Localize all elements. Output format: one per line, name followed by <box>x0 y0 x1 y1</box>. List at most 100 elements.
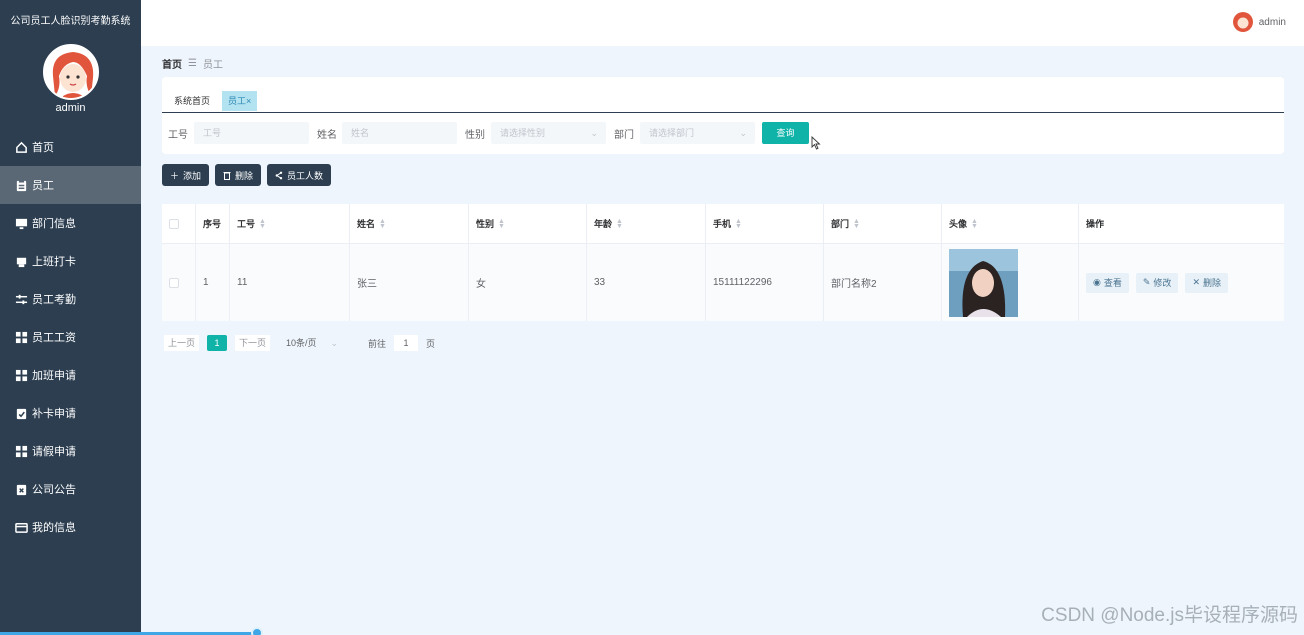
delete-button[interactable]: 删除 <box>215 164 262 186</box>
printer-icon <box>14 254 28 268</box>
pagination: 上一页 1 下一页 10条/页 ⌄ 前往 1 页 <box>164 335 435 351</box>
edit-icon: ✎ <box>1142 277 1151 287</box>
tab-close-icon[interactable]: × <box>246 96 251 106</box>
label-gender: 性别 <box>465 130 485 141</box>
next-page-button[interactable]: 下一页 <box>235 335 271 351</box>
sidebar-item-attendance[interactable]: 员工考勤 <box>0 280 141 318</box>
page-number-current[interactable]: 1 <box>207 335 228 351</box>
add-button-label: 添加 <box>183 170 202 181</box>
employee-photo[interactable] <box>949 248 1018 317</box>
goto-page-input[interactable]: 1 <box>394 335 419 351</box>
grid-icon <box>14 368 28 382</box>
header-label: 手机 <box>713 219 732 229</box>
tab-bar: 系统首页 员工× <box>162 90 1284 113</box>
eye-icon: ◉ <box>1093 277 1101 287</box>
header-name[interactable]: 姓名 ▲ ▼ <box>350 204 469 243</box>
emp-no-input[interactable]: 工号 <box>194 122 309 144</box>
tab-employee[interactable]: 员工× <box>222 91 258 111</box>
tab-label: 员工 <box>228 96 247 106</box>
avatar-illustration <box>44 46 97 98</box>
goto-suffix: 页 <box>426 338 436 349</box>
sidebar-item-label: 部门信息 <box>32 218 76 230</box>
sort-icon[interactable]: ▲ ▼ <box>498 218 505 230</box>
select-all-checkbox[interactable] <box>169 218 179 229</box>
row-select <box>162 244 196 321</box>
sidebar-item-overtime[interactable]: 加班申请 <box>0 356 141 394</box>
sidebar-item-label: 上班打卡 <box>32 256 76 268</box>
plus-icon: ＋ <box>170 170 180 181</box>
sort-icon[interactable]: ▲ ▼ <box>616 218 623 230</box>
sidebar-item-makeup-card[interactable]: 补卡申请 <box>0 394 141 432</box>
sidebar-item-employee[interactable]: 员工 <box>0 166 141 204</box>
sidebar-item-label: 员工考勤 <box>32 294 76 306</box>
delete-button-label: 删除 <box>235 170 254 181</box>
header-dept[interactable]: 部门 ▲ ▼ <box>824 204 942 243</box>
cell-phone: 15111122296 <box>706 244 824 321</box>
table-header: 序号 工号 ▲ ▼ 姓名 ▲ ▼ 性别 ▲ ▼ 年龄 ▲ ▼ 手机 ▲ ▼ 部门 ▲ ▼ 头像 ▲ ▼ 操作 <box>162 204 1284 244</box>
header-emp-no[interactable]: 工号 ▲ ▼ <box>230 204 350 243</box>
dept-select[interactable]: 请选择部门 ⌄ <box>640 122 755 144</box>
sidebar-item-checkin[interactable]: 上班打卡 <box>0 242 141 280</box>
sidebar-item-label: 公司公告 <box>32 484 76 496</box>
view-button[interactable]: ◉ 查看 <box>1086 272 1129 293</box>
label-emp-no: 工号 <box>168 130 188 141</box>
label-dept: 部门 <box>614 130 634 141</box>
cell-gender: 女 <box>469 244 587 321</box>
sort-icon[interactable]: ▲ ▼ <box>259 218 266 230</box>
view-label: 查看 <box>1103 278 1122 288</box>
sidebar-item-notice[interactable]: 公司公告 <box>0 470 141 508</box>
tab-system-home[interactable]: 系统首页 <box>168 91 216 111</box>
header-phone[interactable]: 手机 ▲ ▼ <box>706 204 824 243</box>
dept-select-placeholder: 请选择部门 <box>649 128 695 138</box>
edit-button[interactable]: ✎ 修改 <box>1135 272 1179 293</box>
sidebar-item-home[interactable]: 首页 <box>0 128 141 166</box>
header-gender[interactable]: 性别 ▲ ▼ <box>469 204 587 243</box>
employee-table: 序号 工号 ▲ ▼ 姓名 ▲ ▼ 性别 ▲ ▼ 年龄 ▲ ▼ 手机 ▲ ▼ 部门 ▲ ▼ 头像 ▲ ▼ 操作… <box>162 204 1284 321</box>
header-avatar[interactable]: 头像 ▲ ▼ <box>942 204 1079 243</box>
page-size-value: 10条/页 <box>286 338 317 348</box>
employee-count-button[interactable]: 员工人数 <box>267 164 332 186</box>
header-age[interactable]: 年龄 ▲ ▼ <box>587 204 706 243</box>
chevron-down-icon: ⌄ <box>330 338 339 348</box>
sort-icon[interactable]: ▲ ▼ <box>853 218 860 230</box>
cell-name: 张三 <box>350 244 469 321</box>
video-progress-knob[interactable] <box>251 627 263 635</box>
page-size-select[interactable]: 10条/页 ⌄ <box>286 335 338 351</box>
breadcrumb-current: 员工 <box>202 60 223 71</box>
cell-age: 33 <box>587 244 706 321</box>
mouse-cursor-icon <box>811 136 821 150</box>
label-name: 姓名 <box>317 130 337 141</box>
prev-page-button[interactable]: 上一页 <box>164 335 200 351</box>
action-toolbar: ＋添加 删除 员工人数 <box>162 164 332 186</box>
sort-icon[interactable]: ▲ ▼ <box>971 218 978 230</box>
cell-emp-no: 11 <box>230 244 350 321</box>
chevron-down-icon: ⌄ <box>590 128 598 138</box>
sort-icon[interactable]: ▲ ▼ <box>735 218 742 230</box>
breadcrumb-home[interactable]: 首页 <box>162 56 182 71</box>
header-label: 性别 <box>476 219 495 229</box>
sidebar-item-label: 首页 <box>32 142 54 154</box>
chevron-down-icon: ⌄ <box>739 128 747 138</box>
sidebar: 公司员工人脸识别考勤系统 admin 首页 员工 部门信息 上班打卡 员工考勤 … <box>0 0 263 635</box>
header-select-all <box>162 204 196 243</box>
add-button[interactable]: ＋添加 <box>162 164 210 186</box>
header-label: 年龄 <box>594 219 613 229</box>
name-input[interactable]: 姓名 <box>342 122 457 144</box>
gender-select[interactable]: 请选择性别 ⌄ <box>491 122 606 144</box>
sidebar-item-label: 我的信息 <box>32 522 76 534</box>
home-icon <box>14 140 28 154</box>
trash-icon <box>223 171 231 180</box>
row-checkbox[interactable] <box>169 277 179 288</box>
clipboard-check-icon <box>14 406 28 420</box>
sidebar-item-leave[interactable]: 请假申请 <box>0 432 141 470</box>
row-delete-label: 删除 <box>1202 278 1221 288</box>
user-menu[interactable]: admin <box>1232 12 1286 32</box>
sidebar-item-salary[interactable]: 员工工资 <box>0 318 141 356</box>
grid-icon <box>14 444 28 458</box>
sidebar-item-my-info[interactable]: 我的信息 <box>0 508 141 546</box>
sidebar-item-department[interactable]: 部门信息 <box>0 204 141 242</box>
card-icon <box>14 520 28 534</box>
sort-icon[interactable]: ▲ ▼ <box>379 218 386 230</box>
query-button[interactable]: 查询 <box>762 122 809 144</box>
row-delete-button[interactable]: ✕ 删除 <box>1185 272 1228 293</box>
